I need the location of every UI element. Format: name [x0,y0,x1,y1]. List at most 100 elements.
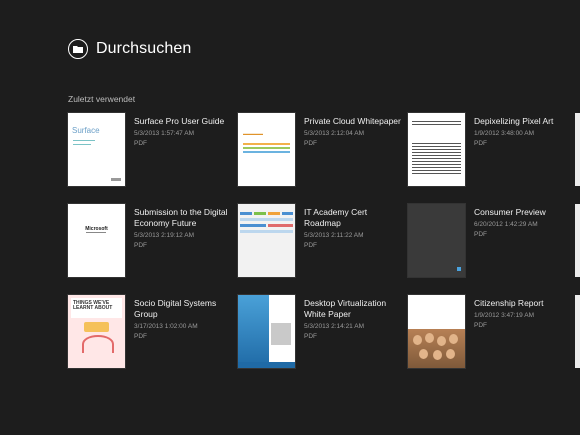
thumbnail-face [419,349,428,359]
file-type: PDF [304,140,317,147]
thumbnail-windows-logo [457,267,461,271]
thumbnail-text-line [412,170,461,171]
file-tile[interactable]: ▬▬▬▬▬ Private Cloud Whitepaper 5/3/2013 … [238,113,404,186]
thumbnail-text-line [412,164,461,165]
file-date: 3/17/2013 1:02:00 AM [134,323,198,330]
file-date: 5/3/2013 2:14:21 AM [304,323,364,330]
thumbnail-text-line [412,149,461,150]
thumbnail-cell [240,212,252,215]
thumbnail-text-line [412,155,461,156]
thumbnail-text-line [412,161,461,162]
header: Durchsuchen [68,39,191,59]
file-meta: Submission to the Digital Economy Future… [134,204,234,277]
thumbnail-text-line [412,121,461,122]
thumbnail-face [449,334,458,344]
thumbnail-title-text: THINGS WE'VE LEARNT ABOUT [73,300,113,311]
thumbnail-face [437,336,446,346]
file-date: 5/3/2013 2:12:04 AM [304,130,364,137]
file-name: IT Academy Cert Roadmap [304,207,368,228]
file-tile[interactable]: THINGS WE'VE LEARNT ABOUT Socio Digital … [68,295,234,368]
file-meta: Surface Pro User Guide 5/3/2013 1:57:47 … [134,113,234,186]
file-type: PDF [134,333,147,340]
file-tile[interactable]: Depixelizing Pixel Art 1/9/2012 3:48:00 … [408,113,574,186]
file-date: 5/3/2013 1:57:47 AM [134,130,194,137]
file-thumbnail [238,204,295,277]
file-meta: Desktop Virtualization White Paper 5/3/2… [304,295,404,368]
thumbnail-face [433,350,442,360]
file-tile[interactable]: Desktop Virtualization White Paper 5/3/2… [238,295,404,368]
thumbnail-text-line [412,152,461,153]
file-thumbnail [408,204,465,277]
thumbnail-strip [238,362,295,368]
file-thumbnail: THINGS WE'VE LEARNT ABOUT [68,295,125,368]
file-name: Consumer Preview [474,207,546,217]
thumbnail-text-line [412,173,461,174]
thumbnail-text-line [412,143,461,144]
file-meta: IT Academy Cert Roadmap 5/3/2013 2:11:22… [304,204,404,277]
thumbnail-text-line [412,124,461,125]
file-tile-peek[interactable] [575,204,580,277]
thumbnail-brand-text: Surface [72,126,100,135]
thumbnail-text-line [412,146,461,147]
file-thumbnail [408,113,465,186]
file-name: Surface Pro User Guide [134,116,225,126]
file-tile[interactable]: Surface Surface Pro User Guide 5/3/2013 … [68,113,234,186]
file-type: PDF [134,140,147,147]
thumbnail-cell [240,230,293,233]
file-name: Citizenship Report [474,298,544,308]
file-type: PDF [304,242,317,249]
thumbnail-arc [82,335,114,353]
file-name: Socio Digital Systems Group [134,298,217,319]
file-type: PDF [474,140,487,147]
file-meta: Private Cloud Whitepaper 5/3/2013 2:12:0… [304,113,404,186]
file-name: Submission to the Digital Economy Future [134,207,228,228]
thumbnail-title-bar: ▬▬▬▬▬ [243,131,263,136]
file-name: Depixelizing Pixel Art [474,116,554,126]
thumbnail-text-line [412,158,461,159]
file-type: PDF [474,231,487,238]
file-thumbnail [238,295,295,368]
file-tile[interactable]: Citizenship Report 1/9/2012 3:47:19 AM P… [408,295,574,368]
thumbnail-image [271,323,291,345]
file-thumbnail [408,295,465,368]
thumbnail-bar [243,147,290,149]
file-thumbnail: Surface [68,113,125,186]
thumbnail-face [446,349,455,359]
file-type: PDF [304,333,317,340]
file-tile[interactable]: Microsoft Submission to the Digital Econ… [68,204,234,277]
folder-back-icon[interactable] [68,39,88,59]
thumbnail-line [86,232,106,233]
thumbnail-line [73,140,95,141]
thumbnail-text-line [412,167,461,168]
file-date: 1/9/2012 3:48:00 AM [474,130,534,137]
file-date: 5/3/2013 2:11:22 AM [304,232,364,239]
thumbnail-logo [111,178,121,181]
file-tile[interactable]: IT Academy Cert Roadmap 5/3/2013 2:11:22… [238,204,404,277]
file-meta: Citizenship Report 1/9/2012 3:47:19 AM P… [474,295,574,368]
file-date: 5/3/2013 2:19:12 AM [134,232,194,239]
file-name: Desktop Virtualization White Paper [304,298,387,319]
file-meta: Consumer Preview 6/20/2012 1:42:29 AM PD… [474,204,574,277]
thumbnail-bar [243,151,290,153]
file-type: PDF [134,242,147,249]
thumbnail-face [425,333,434,343]
thumbnail-face [413,335,422,345]
file-date: 6/20/2012 1:42:29 AM [474,221,538,228]
thumbnail-cell [254,212,266,215]
thumbnail-memory-badge [84,322,109,332]
file-meta: Depixelizing Pixel Art 1/9/2012 3:48:00 … [474,113,574,186]
thumbnail-cell [240,218,293,221]
thumbnail-cell [240,224,266,227]
thumbnail-cell [268,224,293,227]
thumbnail-cell [282,212,293,215]
thumbnail-bar [243,143,290,145]
file-tile-peek[interactable] [575,113,580,186]
folder-icon [73,46,83,53]
file-date: 1/9/2012 3:47:19 AM [474,312,534,319]
thumbnail-line [73,144,91,145]
thumbnail-cover [238,295,269,368]
file-thumbnail: Microsoft [68,204,125,277]
file-tile-peek[interactable] [575,295,580,368]
thumbnail-cell [268,212,280,215]
file-tile[interactable]: Consumer Preview 6/20/2012 1:42:29 AM PD… [408,204,574,277]
